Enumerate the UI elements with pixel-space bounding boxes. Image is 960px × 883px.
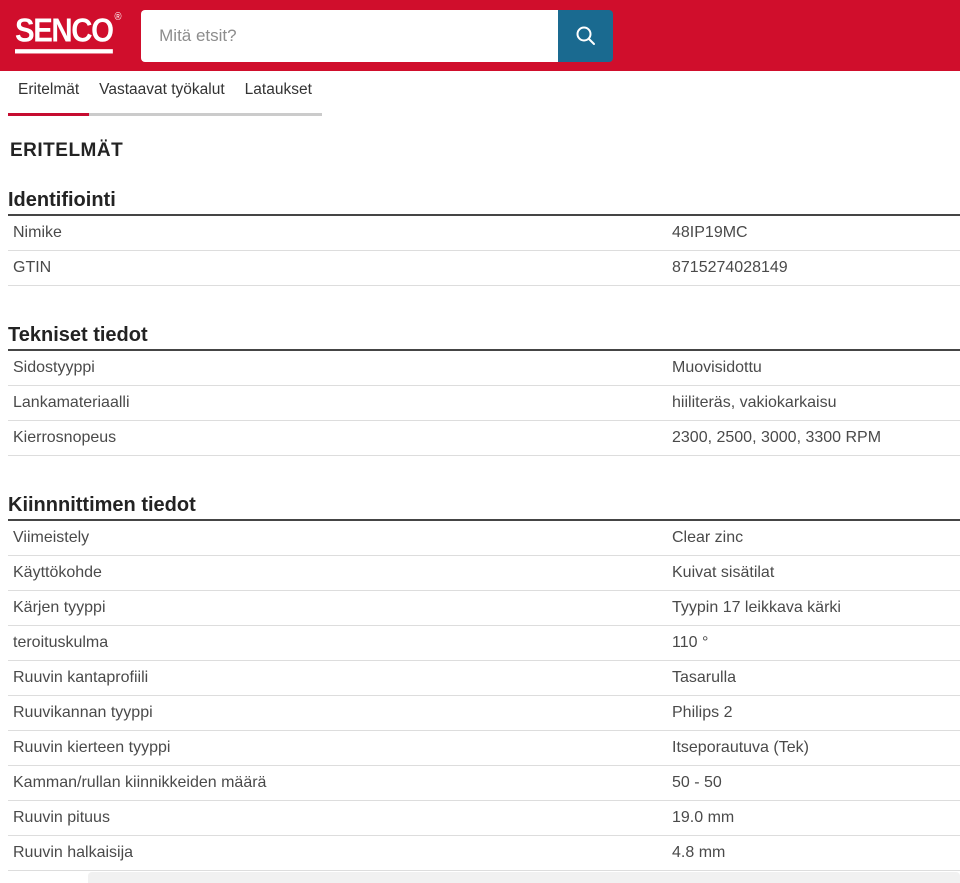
spec-label: Ruuvikannan tyyppi [13,704,153,721]
spec-value: Itseporautuva (Tek) [672,739,809,756]
spec-row: teroituskulma 110 ° [8,626,960,661]
spec-label: Ruuvin kierteen tyyppi [13,739,171,756]
search-button[interactable] [558,9,614,62]
spec-row: Kärjen tyyppi Tyypin 17 leikkava kärki [8,591,960,626]
spec-value: 48IP19MC [672,224,748,241]
spec-row: Kamman/rullan kiinnikkeiden määrä 50 - 50 [8,766,960,801]
section-title: Identifiointi [8,189,960,216]
spec-row: Ruuvin kierteen tyyppi Itseporautuva (Tek… [8,731,960,766]
spec-row: Sidostyyppi Muovisidottu [8,351,960,386]
tab-eritelmat[interactable]: Eritelmät [8,81,90,116]
spec-value: 50 - 50 [672,774,722,791]
spec-row: Ruuvikannan tyyppi Philips 2 [8,696,960,731]
spec-sections: Identifiointi Nimike 48IP19MC GTIN 871527402… [8,189,960,871]
spec-value: Muovisidottu [672,359,762,376]
spec-value: Philips 2 [672,704,733,721]
spec-section-identifiointi: Identifiointi Nimike 48IP19MC GTIN 871527402… [8,189,960,286]
spec-value: Tasarulla [672,669,737,686]
specifications-content: ERITELMÄT Identifiointi Nimike 48IP19MC GTI… [0,139,960,871]
spec-row: Ruuvin halkaisija 4.8 mm [8,836,960,871]
spec-value: hiiliteräs, vakiokarkaisu [672,394,837,411]
spec-row: Nimike 48IP19MC [8,216,960,251]
spec-label: Ruuvin halkaisija [13,844,134,861]
spec-label: Lankamateriaalli [13,394,130,411]
spec-row: Kierrosnopeus 2300, 2500, 3000, 3300 RPM [8,421,960,456]
spec-value: 19.0 mm [672,809,735,826]
tab-vastaavat-tyokalut[interactable]: Vastaavat työkalut [89,81,235,116]
spec-row: Lankamateriaalli hiiliteräs, vakiokarkais… [8,386,960,421]
spec-section-tekniset-tiedot: Tekniset tiedot Sidostyyppi Muovisidottu La… [8,324,960,456]
spec-label: Kärjen tyyppi [13,599,106,616]
spec-row: Ruuvin pituus 19.0 mm [8,801,960,836]
spec-value: 2300, 2500, 3000, 3300 RPM [672,429,882,446]
section-title: Tekniset tiedot [8,324,960,351]
spec-row: Viimeistely Clear zinc [8,521,960,556]
spec-label: Viimeistely [13,529,90,546]
spec-label: Ruuvin pituus [13,809,110,826]
spec-row: Käyttökohde Kuivat sisätilat [8,556,960,591]
spec-row: GTIN 8715274028149 [8,251,960,286]
search-input[interactable] [141,9,559,62]
search-icon [573,23,599,49]
site-header: SENCO ® [0,0,960,71]
spec-value: 110 ° [672,634,709,651]
spec-value: 4.8 mm [672,844,726,861]
tab-bar: Eritelmät Vastaavat työkalut Lataukset [0,71,322,116]
spec-value: 8715274028149 [672,259,788,276]
spec-label: Nimike [13,224,62,241]
spec-value: Tyypin 17 leikkava kärki [672,599,841,616]
spec-label: Ruuvin kantaprofiili [13,669,149,686]
spec-label: Käyttökohde [13,564,102,581]
spec-value: Kuivat sisätilat [672,564,775,581]
tab-lataukset[interactable]: Lataukset [234,81,322,116]
spec-row: Ruuvin kantaprofiili Tasarulla [8,661,960,696]
spec-label: Sidostyyppi [13,359,95,376]
spec-label: GTIN [13,259,52,276]
spec-value: Clear zinc [672,529,744,546]
spec-section-kiinnnittimen-tiedot: Kiinnnittimen tiedot Viimeistely Clear zin… [8,494,960,871]
senco-logo-text: SENCO [15,14,114,54]
senco-logo[interactable]: SENCO ® [15,11,122,54]
registered-trademark-mark: ® [114,11,122,24]
section-title: Kiinnnittimen tiedot [8,494,960,521]
spec-label: Kamman/rullan kiinnikkeiden määrä [13,774,267,791]
search-bar [141,9,614,62]
page-title: ERITELMÄT [10,140,124,161]
spec-label: Kierrosnopeus [13,429,117,446]
spec-label: teroituskulma [13,634,109,651]
below-fold-strip [88,872,960,883]
